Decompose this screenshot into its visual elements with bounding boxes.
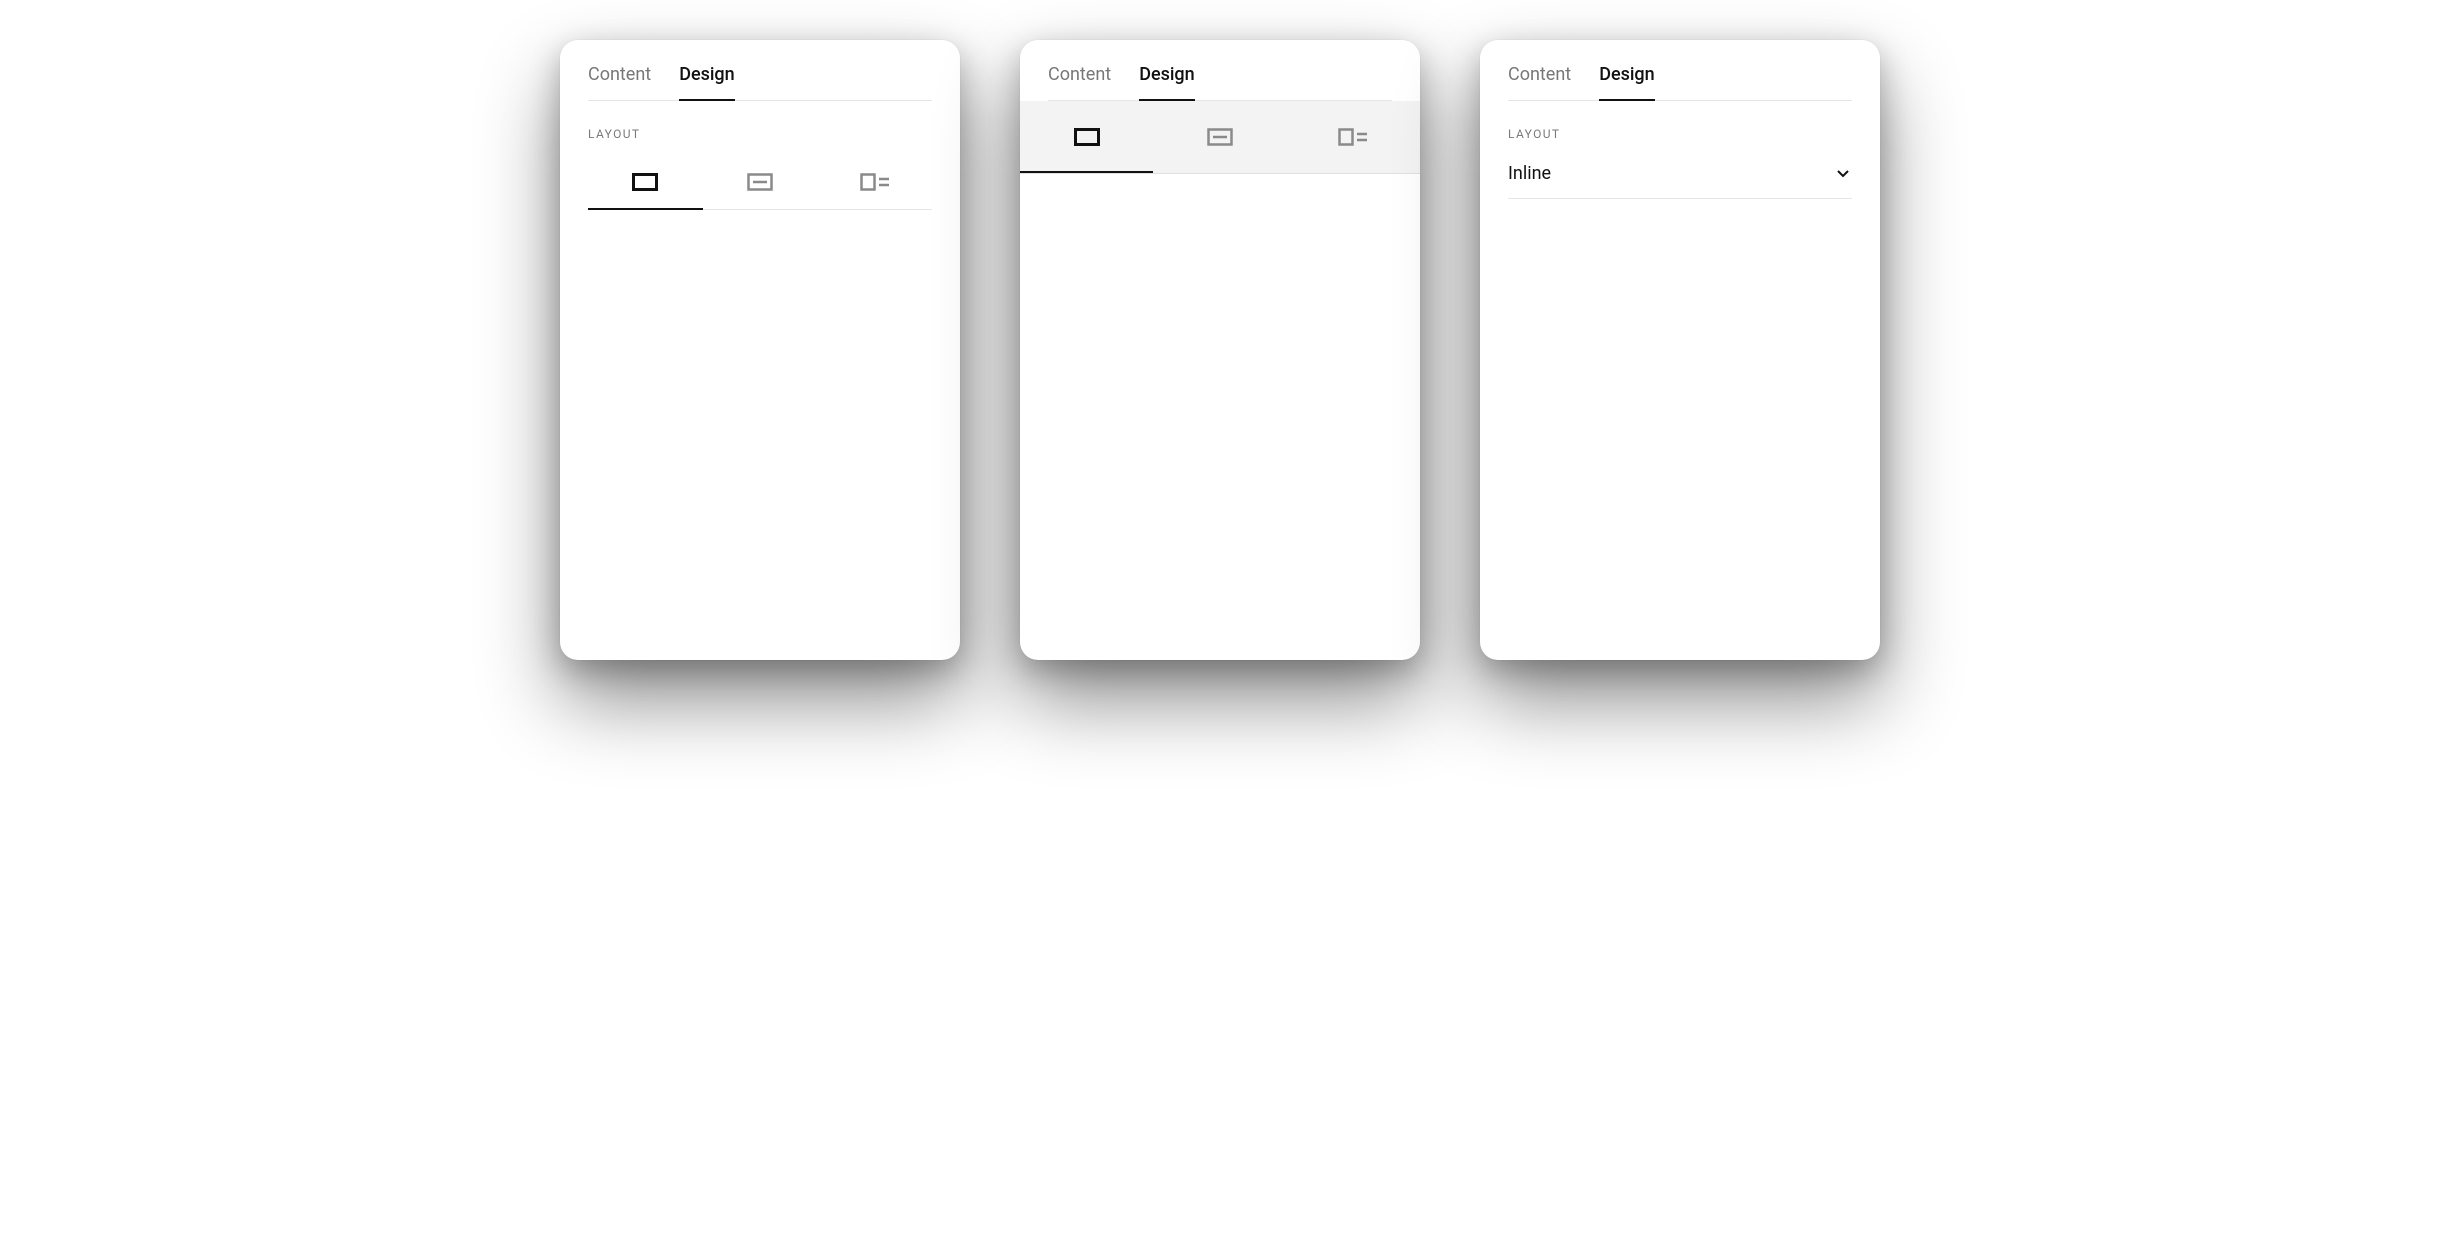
- tab-design[interactable]: Design: [1599, 64, 1654, 100]
- layout-card-icon: [747, 173, 773, 191]
- layout-float-icon: [860, 173, 890, 191]
- section-label-layout: LAYOUT: [1508, 127, 1852, 141]
- tab-content[interactable]: Content: [1048, 64, 1111, 100]
- tab-content[interactable]: Content: [588, 64, 651, 100]
- layout-dropdown-value: Inline: [1508, 163, 1551, 184]
- section-label-layout: LAYOUT: [588, 127, 932, 141]
- design-panel-bleed: Content Design: [1020, 40, 1420, 660]
- tab-design[interactable]: Design: [1139, 64, 1194, 100]
- chevron-down-icon: [1834, 164, 1852, 182]
- layout-float-icon: [1338, 128, 1368, 146]
- tab-design[interactable]: Design: [679, 64, 734, 100]
- design-panel-dropdown: Content Design LAYOUT Inline: [1480, 40, 1880, 660]
- layout-option-float[interactable]: [817, 155, 932, 209]
- tabs: Content Design: [1048, 64, 1392, 101]
- layout-segmented-bleed: [1020, 101, 1420, 174]
- layout-option-inline[interactable]: [588, 155, 703, 209]
- layout-option-card[interactable]: [703, 155, 818, 209]
- layout-dropdown[interactable]: Inline: [1508, 153, 1852, 199]
- layout-card-icon: [1207, 128, 1233, 146]
- design-panel-contained: Content Design LAYOUT: [560, 40, 960, 660]
- layout-segmented: [588, 155, 932, 210]
- layout-option-card[interactable]: [1153, 101, 1286, 173]
- layout-option-float[interactable]: [1287, 101, 1420, 173]
- tabs: Content Design: [1508, 64, 1852, 101]
- layout-option-inline[interactable]: [1020, 101, 1153, 173]
- tab-content[interactable]: Content: [1508, 64, 1571, 100]
- tabs: Content Design: [588, 64, 932, 101]
- layout-inline-icon: [1074, 128, 1100, 146]
- layout-inline-icon: [632, 173, 658, 191]
